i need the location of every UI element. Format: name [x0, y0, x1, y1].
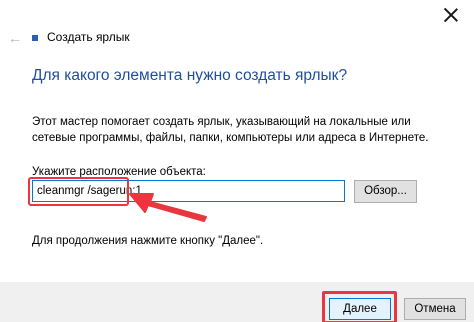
page-heading: Для какого элемента нужно создать ярлык?: [32, 67, 348, 84]
dialog-footer: [0, 282, 474, 322]
cancel-button[interactable]: Отмена: [404, 298, 466, 320]
window-title: Создать ярлык: [47, 30, 130, 44]
next-button[interactable]: Далее: [329, 298, 391, 320]
browse-button[interactable]: Обзор...: [354, 180, 417, 203]
title-bar: ← Создать ярлык: [0, 26, 474, 50]
create-shortcut-dialog: ← Создать ярлык Для какого элемента нужн…: [0, 0, 474, 322]
continue-hint: Для продолжения нажмите кнопку "Далее".: [32, 235, 264, 247]
shortcut-wizard-icon: [32, 35, 38, 41]
wizard-description: Этот мастер помогает создать ярлык, указ…: [32, 116, 429, 144]
annotation-arrow-icon: [129, 193, 207, 222]
back-arrow-icon[interactable]: ←: [8, 31, 22, 45]
input-highlight-box: [28, 177, 129, 206]
close-icon[interactable]: [442, 6, 460, 24]
